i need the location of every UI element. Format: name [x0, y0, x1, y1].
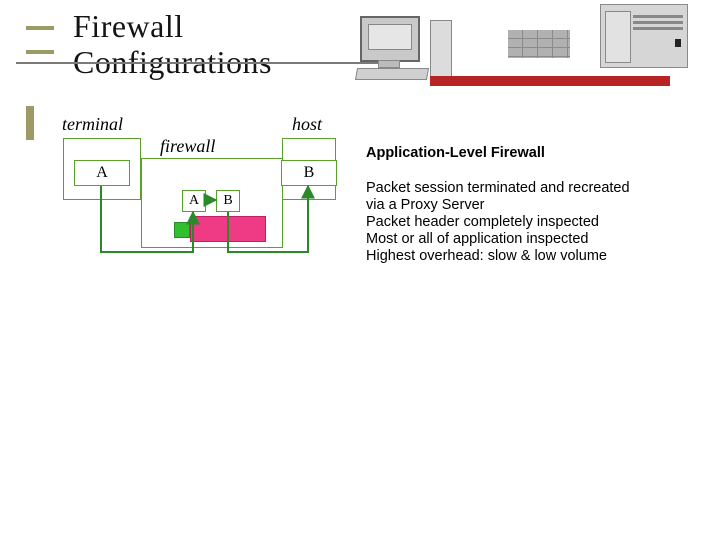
label-host: host [292, 114, 322, 135]
decorative-tick [26, 26, 54, 30]
decorative-tick [26, 106, 34, 140]
server-rack-icon [600, 4, 688, 68]
decorative-tick [26, 50, 54, 54]
proxy-pink-block [190, 216, 266, 242]
title-rule [16, 62, 396, 64]
slide-title: Firewall Configurations [73, 8, 272, 80]
packet-B: B [281, 160, 337, 186]
inspect-green-led [174, 222, 190, 238]
section-line: Packet session terminated and recreated [366, 180, 630, 196]
label-terminal: terminal [62, 114, 123, 135]
proxy-ingress-A: A [182, 190, 206, 212]
section-line: via a Proxy Server [366, 197, 484, 213]
section-line: Packet header completely inspected [366, 214, 599, 230]
slide: Firewall Configurations terminal host fi… [0, 0, 720, 540]
section-line: Highest overhead: slow & low volume [366, 248, 607, 264]
label-firewall: firewall [160, 136, 215, 157]
firewall-wall-icon [508, 30, 570, 58]
section-body: Application-Level Firewall Packet sessio… [366, 128, 720, 265]
proxy-egress-B: B [216, 190, 240, 212]
section-line: Most or all of application inspected [366, 231, 588, 247]
accent-red-band [430, 76, 670, 86]
packet-A: A [74, 160, 130, 186]
computer-icon [350, 14, 470, 80]
title-line-1: Firewall [73, 8, 184, 44]
section-heading: Application-Level Firewall [366, 145, 720, 162]
